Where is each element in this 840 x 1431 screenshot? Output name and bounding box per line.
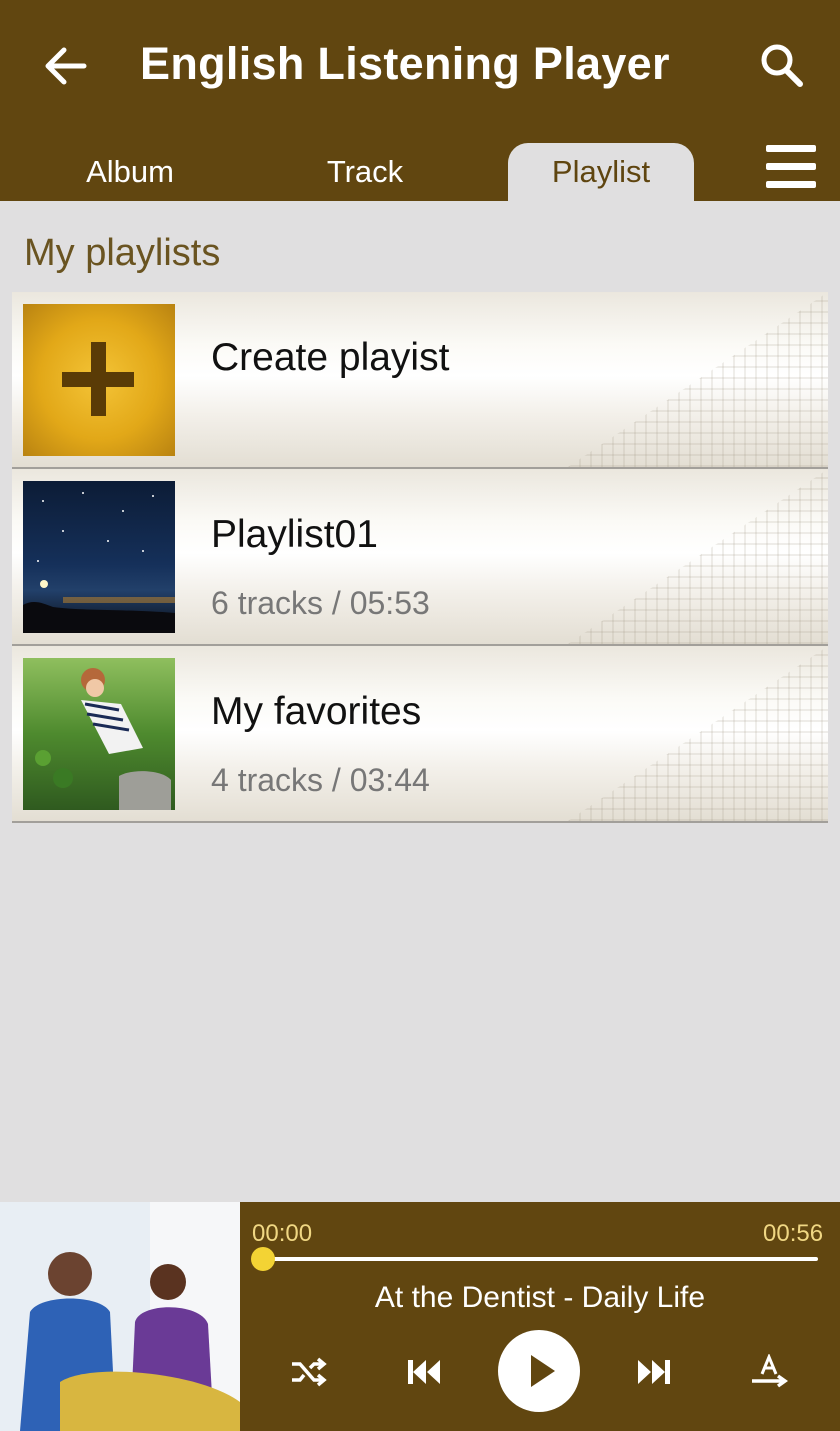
playlist-thumbnail <box>23 658 175 810</box>
playlist-info: 4 tracks / 03:44 <box>211 762 430 798</box>
previous-icon[interactable] <box>406 1357 442 1387</box>
now-playing-title: At the Dentist - Daily Life <box>374 1281 706 1314</box>
now-playing-bar: 00:00 00:56 At the Dentist - Daily Life <box>0 1202 840 1431</box>
create-playlist-row[interactable]: Create playist <box>12 292 828 469</box>
back-button[interactable] <box>36 36 96 96</box>
playlist-info: 6 tracks / 05:53 <box>211 585 430 621</box>
auto-advance-icon[interactable] <box>750 1353 790 1390</box>
search-button[interactable] <box>752 36 812 96</box>
album-art[interactable] <box>0 1202 240 1431</box>
app-title: English Listening Player <box>140 38 670 89</box>
playlist-row[interactable]: My favorites 4 tracks / 03:44 <box>12 646 828 823</box>
search-icon <box>761 44 803 87</box>
total-time: 00:56 <box>763 1220 824 1247</box>
hamburger-menu-icon[interactable] <box>766 145 818 189</box>
section-title: My playlists <box>24 232 221 274</box>
tab-album[interactable]: Album <box>20 143 240 201</box>
playlist-title: My favorites <box>211 690 422 733</box>
seek-bar[interactable] <box>262 1257 818 1261</box>
next-icon[interactable] <box>636 1357 672 1387</box>
playlist-list: Create playist Playlist01 6 tracks / 05:… <box>12 292 828 823</box>
play-button[interactable] <box>498 1330 580 1412</box>
tab-playlist[interactable]: Playlist <box>508 143 694 201</box>
tab-bar: Album Track Playlist <box>0 131 840 201</box>
plus-icon <box>23 304 175 456</box>
playlist-title: Playlist01 <box>211 513 378 556</box>
app-header: English Listening Player <box>0 0 840 131</box>
current-time: 00:00 <box>252 1220 313 1247</box>
create-playlist-label: Create playist <box>211 336 450 379</box>
app-screen: English Listening Player Album Track Pla… <box>0 0 840 1431</box>
playlist-row[interactable]: Playlist01 6 tracks / 05:53 <box>12 469 828 646</box>
seek-handle[interactable] <box>251 1247 275 1271</box>
shuffle-icon[interactable] <box>288 1354 328 1390</box>
playlist-thumbnail <box>23 481 175 633</box>
arrow-left-icon <box>45 47 87 85</box>
play-icon <box>531 1355 555 1387</box>
tab-track[interactable]: Track <box>255 143 475 201</box>
